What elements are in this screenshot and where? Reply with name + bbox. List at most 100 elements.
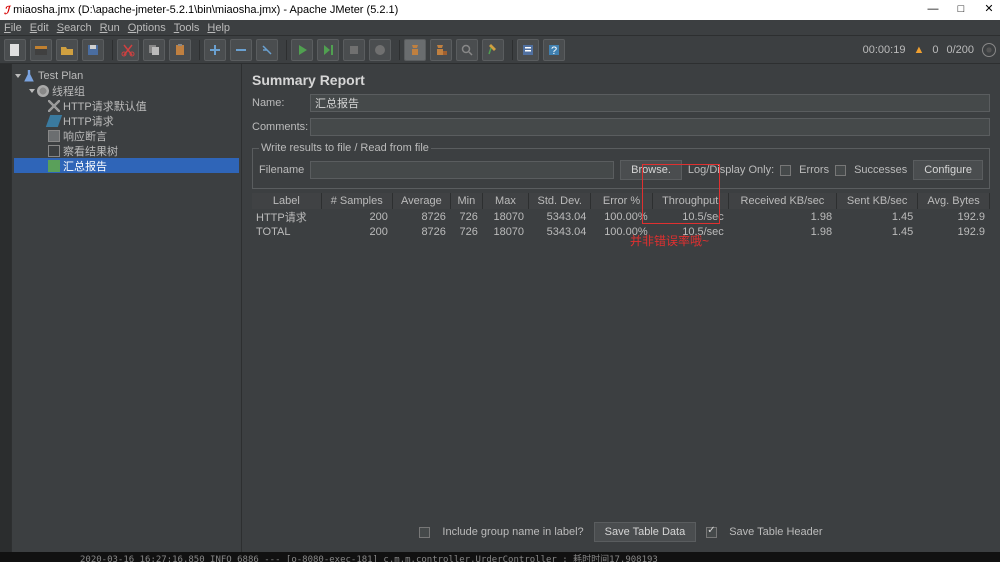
report-icon: [48, 160, 60, 172]
name-input[interactable]: [310, 94, 990, 112]
maximize-button[interactable]: □: [954, 3, 968, 17]
col-10[interactable]: Avg. Bytes: [918, 193, 990, 209]
cut-button[interactable]: [117, 39, 139, 61]
col-4[interactable]: Max: [482, 193, 528, 209]
copy-button[interactable]: [143, 39, 165, 61]
tree-thread-group[interactable]: 线程组: [14, 83, 239, 98]
col-5[interactable]: Std. Dev.: [529, 193, 591, 209]
menu-tools[interactable]: Tools: [174, 22, 200, 34]
col-1[interactable]: # Samples: [321, 193, 392, 209]
table-row[interactable]: HTTP请求2008726726180705343.04100.00%10.5/…: [252, 209, 990, 225]
shutdown-button[interactable]: [369, 39, 391, 61]
filename-label: Filename: [259, 164, 304, 176]
start-no-pause-button[interactable]: [317, 39, 339, 61]
successes-label: Successes: [854, 164, 907, 176]
cell: 200: [321, 209, 392, 225]
window-title: miaosha.jmx (D:\apache-jmeter-5.2.1\bin\…: [13, 4, 926, 16]
open-button[interactable]: [56, 39, 78, 61]
cell: 192.9: [918, 225, 990, 239]
expand-button[interactable]: [204, 39, 226, 61]
cell: 1.45: [837, 225, 918, 239]
col-2[interactable]: Average: [392, 193, 450, 209]
listener-icon: [48, 145, 60, 157]
warn-count: 0: [932, 44, 938, 56]
config-icon: [48, 100, 60, 112]
elapsed-time: 00:00:19: [863, 44, 906, 56]
cell: TOTAL: [252, 225, 321, 239]
clear-all-button[interactable]: [430, 39, 452, 61]
start-button[interactable]: [291, 39, 313, 61]
tree-view-results[interactable]: 察看结果树: [14, 143, 239, 158]
flask-icon: [23, 70, 35, 82]
menu-help[interactable]: Help: [207, 22, 230, 34]
help-button[interactable]: ?: [543, 39, 565, 61]
status-icon: [982, 43, 996, 57]
configure-button[interactable]: Configure: [913, 160, 983, 180]
reset-search-button[interactable]: [482, 39, 504, 61]
cell: 18070: [482, 209, 528, 225]
cell: 5343.04: [529, 209, 591, 225]
close-button[interactable]: ✕: [982, 3, 996, 17]
save-header-checkbox[interactable]: [706, 527, 717, 538]
save-button[interactable]: [82, 39, 104, 61]
toolbar: ? 00:00:19 ▲ 0 0/200: [0, 36, 1000, 64]
cell: 726: [450, 225, 482, 239]
cell: 18070: [482, 225, 528, 239]
warn-icon[interactable]: ▲: [913, 44, 924, 56]
col-8[interactable]: Received KB/sec: [728, 193, 836, 209]
tree-http-request[interactable]: HTTP请求: [14, 113, 239, 128]
col-3[interactable]: Min: [450, 193, 482, 209]
assert-icon: [48, 130, 60, 142]
left-gutter: [0, 64, 12, 552]
menu-options[interactable]: Options: [128, 22, 166, 34]
minimize-button[interactable]: —: [926, 3, 940, 17]
tree-http-default[interactable]: HTTP请求默认值: [14, 98, 239, 113]
svg-text:?: ?: [551, 45, 557, 57]
cell: 1.45: [837, 209, 918, 225]
tree-response-assert[interactable]: 响应断言: [14, 128, 239, 143]
tree-test-plan[interactable]: Test Plan: [14, 68, 239, 83]
gear-icon: [37, 85, 49, 97]
cell: 1.98: [728, 225, 836, 239]
include-group-checkbox[interactable]: [419, 527, 430, 538]
comments-label: Comments:: [252, 121, 310, 133]
menu-file[interactable]: File: [4, 22, 22, 34]
new-button[interactable]: [4, 39, 26, 61]
collapse-button[interactable]: [230, 39, 252, 61]
successes-checkbox[interactable]: [835, 165, 846, 176]
annotation-box: [642, 164, 720, 224]
function-helper-button[interactable]: [517, 39, 539, 61]
cell: 5343.04: [529, 225, 591, 239]
cell: 200: [321, 225, 392, 239]
tree-summary-report[interactable]: 汇总报告: [14, 158, 239, 173]
templates-button[interactable]: [30, 39, 52, 61]
menu-edit[interactable]: Edit: [30, 22, 49, 34]
errors-checkbox[interactable]: [780, 165, 791, 176]
save-header-label: Save Table Header: [729, 526, 822, 538]
col-0[interactable]: Label: [252, 193, 321, 209]
save-table-data-button[interactable]: Save Table Data: [594, 522, 697, 542]
comments-input[interactable]: [310, 118, 990, 136]
filename-input[interactable]: [310, 161, 614, 179]
clear-button[interactable]: [404, 39, 426, 61]
menu-search[interactable]: Search: [57, 22, 92, 34]
cell: 1.98: [728, 209, 836, 225]
col-9[interactable]: Sent KB/sec: [837, 193, 918, 209]
cell: 8726: [392, 225, 450, 239]
menu-run[interactable]: Run: [100, 22, 120, 34]
toggle-button[interactable]: [256, 39, 278, 61]
sampler-icon: [46, 115, 62, 127]
search-button[interactable]: [456, 39, 478, 61]
errors-label: Errors: [799, 164, 829, 176]
app-icon: ℐ: [4, 4, 9, 17]
name-label: Name:: [252, 97, 310, 109]
console-strip: 2020-03-16 16:27:16.850 INFO 6886 --- [o…: [0, 552, 1000, 562]
main-panel: Summary Report Name: Comments: Write res…: [242, 64, 1000, 552]
table-row[interactable]: TOTAL2008726726180705343.04100.00%10.5/s…: [252, 225, 990, 239]
titlebar: ℐ miaosha.jmx (D:\apache-jmeter-5.2.1\bi…: [0, 0, 1000, 20]
file-legend: Write results to file / Read from file: [259, 142, 431, 154]
paste-button[interactable]: [169, 39, 191, 61]
annotation-text: 并非错误率哦~: [630, 232, 709, 249]
tree-panel: Test Plan 线程组 HTTP请求默认值 HTTP请求 响应断言 察看结果…: [12, 64, 242, 552]
stop-button[interactable]: [343, 39, 365, 61]
